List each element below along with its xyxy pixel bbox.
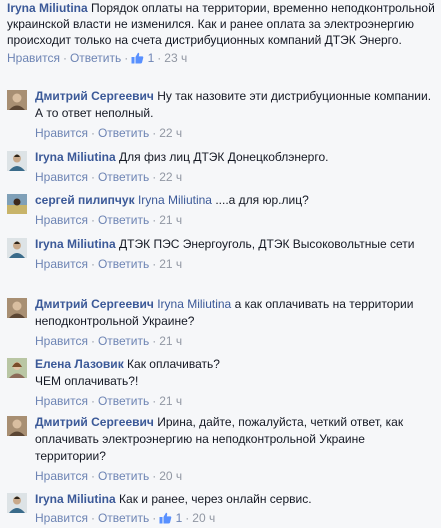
reply-button[interactable]: Ответить	[98, 213, 149, 227]
like-button[interactable]: Нравится	[35, 170, 88, 184]
reply-button[interactable]: Ответить	[98, 126, 149, 140]
avatar[interactable]	[7, 151, 27, 171]
comment-thread: Iryna Miliutina Порядок оплаты на террит…	[0, 0, 441, 525]
reply-button[interactable]: Ответить	[98, 257, 149, 271]
comment-actions: Нравится · Ответить · 22 ч	[35, 126, 183, 140]
like-button[interactable]: Нравится	[35, 257, 88, 271]
comment-timestamp[interactable]: 20 ч	[192, 511, 215, 525]
thumbs-up-icon[interactable]	[131, 52, 144, 68]
comment-timestamp[interactable]: 22 ч	[159, 126, 182, 140]
comment-author-link[interactable]: Iryna Miliutina	[35, 492, 116, 506]
avatar[interactable]	[7, 238, 27, 258]
comment-timestamp[interactable]: 21 ч	[159, 257, 182, 271]
comment-timestamp[interactable]: 21 ч	[159, 334, 182, 348]
comment-author-link[interactable]: Дмитрий Сергеевич	[35, 415, 154, 429]
comment-author-link[interactable]: сергей пилипчук	[35, 193, 135, 207]
reply-button[interactable]: Ответить	[98, 469, 149, 483]
avatar[interactable]	[7, 90, 27, 110]
comment-actions: Нравится · Ответить · 21 ч	[35, 257, 183, 271]
comment-author-link[interactable]: Дмитрий Сергеевич	[35, 297, 154, 311]
comment-actions: Нравится · Ответить · 20 ч	[35, 469, 183, 483]
like-count[interactable]: 1	[176, 511, 183, 525]
comment-timestamp[interactable]: 23 ч	[164, 51, 187, 65]
reply-button[interactable]: Ответить	[98, 170, 149, 184]
comment-author-link[interactable]: Елена Лазовик	[35, 357, 124, 371]
comment-actions: Нравится · Ответить · 1 · 20 ч	[35, 510, 435, 528]
comment-actions: Нравится · Ответить · 21 ч	[35, 334, 183, 348]
like-button[interactable]: Нравится	[35, 126, 88, 140]
avatar[interactable]	[7, 416, 27, 436]
reply-button[interactable]: Ответить	[70, 51, 121, 65]
comment-timestamp[interactable]: 21 ч	[159, 394, 182, 408]
comment-text: ....а для юр.лиц?	[215, 193, 309, 207]
comment-text: ДТЭК ПЭС Энергоуголь, ДТЭК Высоковольтны…	[119, 237, 415, 251]
like-button[interactable]: Нравится	[35, 213, 88, 227]
like-button[interactable]: Нравится	[7, 51, 60, 65]
comment-author-link[interactable]: Iryna Miliutina	[7, 1, 88, 15]
comment-actions: Нравится · Ответить · 22 ч	[35, 170, 183, 184]
comment-actions: Нравится · Ответить · 21 ч	[35, 394, 183, 408]
comment-timestamp[interactable]: 21 ч	[159, 213, 182, 227]
avatar[interactable]	[7, 493, 27, 513]
avatar[interactable]	[7, 194, 27, 214]
comment-text: Как и ранее, через онлайн сервис.	[119, 492, 312, 506]
comment-author-link[interactable]: Iryna Miliutina	[35, 150, 116, 164]
comment-timestamp[interactable]: 20 ч	[159, 469, 182, 483]
mention-link[interactable]: Iryna Miliutina	[138, 193, 212, 207]
comment-author-link[interactable]: Дмитрий Сергеевич	[35, 89, 154, 103]
reply-button[interactable]: Ответить	[98, 334, 149, 348]
thumbs-up-icon[interactable]	[159, 512, 172, 528]
comment-author-link[interactable]: Iryna Miliutina	[35, 237, 116, 251]
like-button[interactable]: Нравится	[35, 469, 88, 483]
mention-link[interactable]: Iryna Miliutina	[157, 297, 231, 311]
like-button[interactable]: Нравится	[35, 511, 88, 525]
comment-text: Для физ лиц ДТЭК Донецкоблэнерго.	[119, 150, 329, 164]
reply-button[interactable]: Ответить	[98, 394, 149, 408]
comment-actions: Нравится · Ответить · 1 · 23 ч	[7, 50, 437, 68]
top-comment: Iryna Miliutina Порядок оплаты на террит…	[7, 0, 437, 68]
avatar[interactable]	[7, 358, 27, 378]
comment-timestamp[interactable]: 22 ч	[159, 170, 182, 184]
comment-actions: Нравится · Ответить · 21 ч	[35, 213, 183, 227]
reply-button[interactable]: Ответить	[98, 511, 149, 525]
avatar[interactable]	[7, 298, 27, 318]
like-button[interactable]: Нравится	[35, 334, 88, 348]
like-count[interactable]: 1	[148, 51, 155, 65]
like-button[interactable]: Нравится	[35, 394, 88, 408]
